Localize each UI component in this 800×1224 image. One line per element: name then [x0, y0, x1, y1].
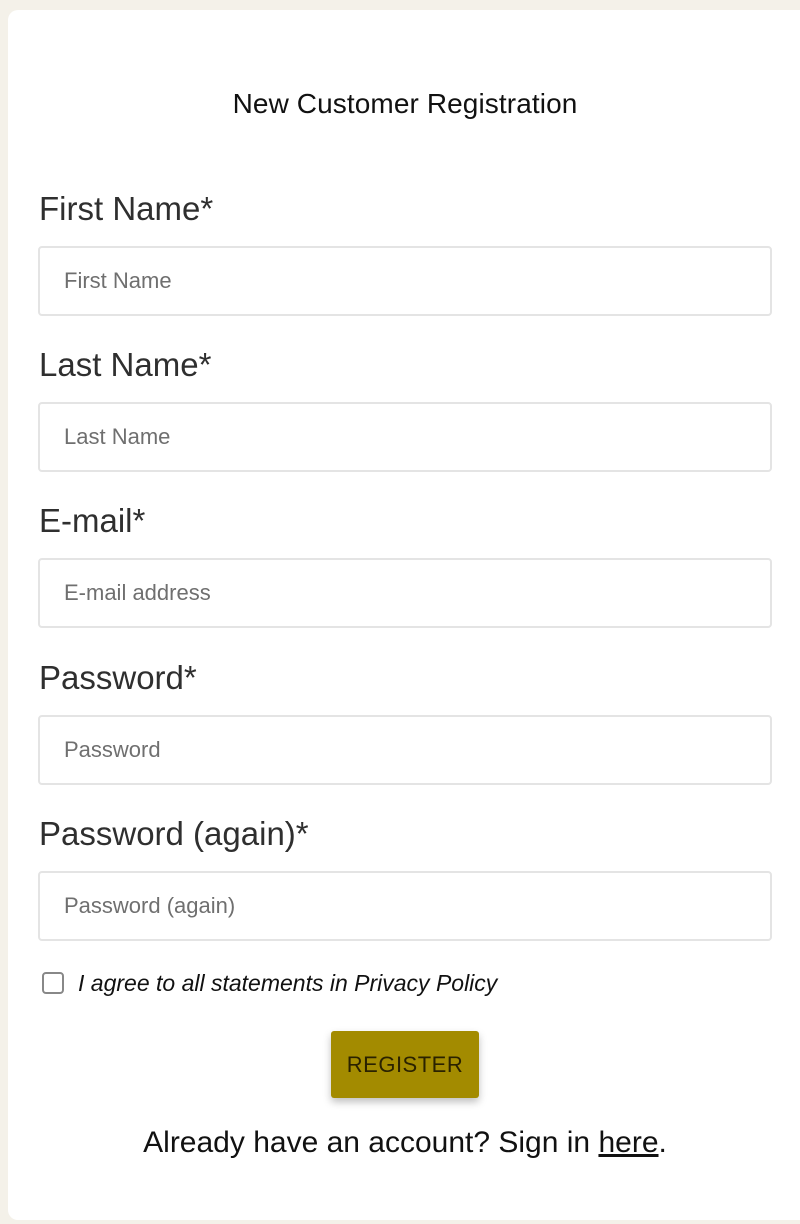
password-label: Password* [39, 659, 197, 696]
registration-card: New Customer Registration First Name* La… [8, 10, 800, 1220]
first-name-input[interactable] [38, 246, 772, 316]
signin-prompt: Already have an account? Sign in here. [8, 1126, 800, 1160]
email-label: E-mail* [39, 502, 146, 539]
signin-here-link[interactable]: here [598, 1126, 658, 1159]
signin-prompt-text: Already have an account? Sign in [143, 1126, 599, 1159]
registration-page: New Customer Registration First Name* La… [0, 0, 800, 1224]
register-button[interactable]: REGISTER [331, 1031, 479, 1098]
password-again-input[interactable] [38, 871, 772, 941]
password-input[interactable] [38, 715, 772, 785]
privacy-consent-row[interactable]: I agree to all statements in Privacy Pol… [42, 968, 497, 998]
signin-prompt-suffix: . [658, 1126, 667, 1159]
email-input[interactable] [38, 558, 772, 628]
password-again-label: Password (again)* [39, 815, 309, 852]
privacy-consent-label: I agree to all statements in Privacy Pol… [78, 969, 498, 996]
last-name-input[interactable] [38, 402, 772, 472]
last-name-label: Last Name* [39, 346, 212, 383]
first-name-label: First Name* [39, 190, 214, 227]
privacy-consent-checkbox[interactable] [42, 972, 64, 994]
form-title: New Customer Registration [232, 88, 578, 119]
